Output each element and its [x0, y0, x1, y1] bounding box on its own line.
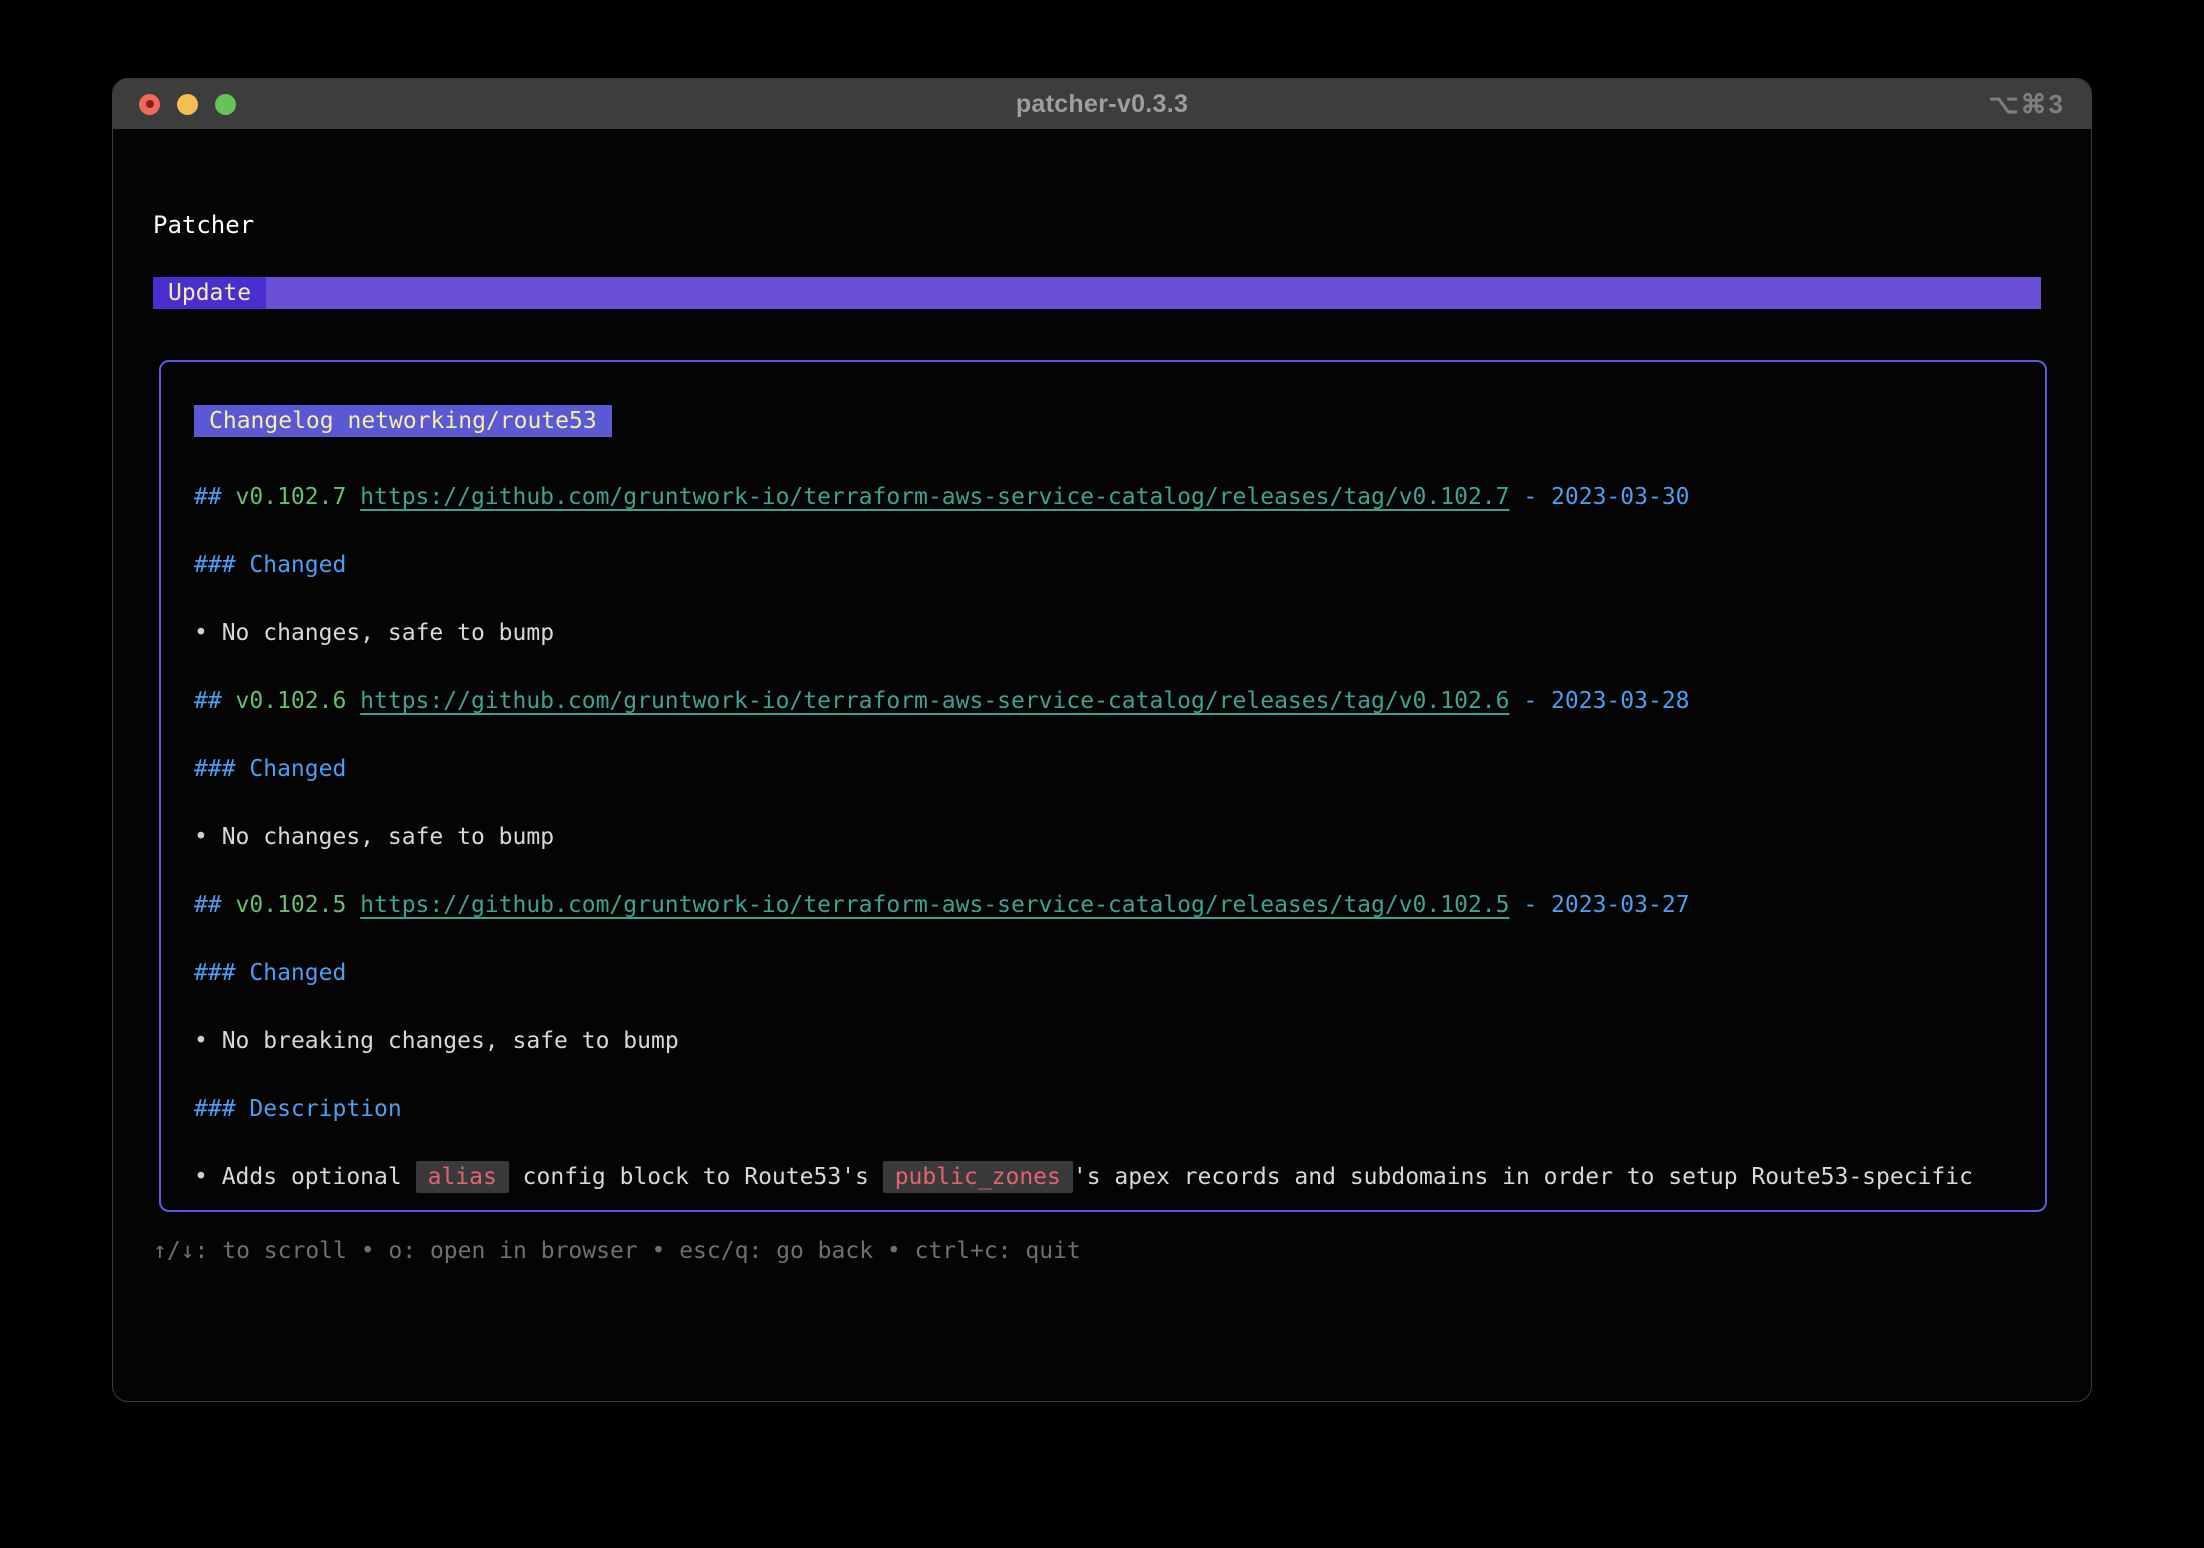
bullet-row: • No breaking changes, safe to bump: [194, 1027, 2045, 1055]
bullet-text: Adds optional: [222, 1164, 416, 1190]
heading-row: ### Changed: [194, 551, 2045, 579]
separator-dash: -: [1510, 688, 1552, 714]
badge-row: Changelog networking/route53: [194, 405, 2045, 483]
bullet-row: • No changes, safe to bump: [194, 619, 2045, 647]
section-heading: Changed: [249, 960, 346, 986]
desktop: patcher-v0.3.3 ⌥⌘3 Patcher Update Change…: [0, 0, 2204, 1548]
inline-code: alias: [416, 1161, 509, 1193]
help-bar: ↑/↓: to scroll • o: open in browser • es…: [153, 1238, 1081, 1264]
app-title: Patcher: [153, 211, 254, 239]
bullet-icon: •: [194, 1028, 222, 1054]
markdown-h3-hashes: ###: [194, 552, 249, 578]
close-modified-dot-icon: [146, 100, 154, 108]
markdown-h2-hashes: ##: [194, 688, 236, 714]
zoom-button[interactable]: [215, 94, 236, 115]
bullet-text: No changes, safe to bump: [222, 620, 554, 646]
bullet-icon: •: [194, 620, 222, 646]
markdown-h2-hashes: ##: [194, 484, 236, 510]
tab-bar: Update: [153, 277, 2041, 309]
section-heading: Description: [249, 1096, 401, 1122]
release-row: ## v0.102.5 https://github.com/gruntwork…: [194, 891, 2045, 919]
heading-row: ### Description: [194, 1095, 2045, 1123]
changelog-viewport[interactable]: Changelog networking/route53 ## v0.102.7 …: [159, 360, 2047, 1212]
bullet-text: No breaking changes, safe to bump: [222, 1028, 679, 1054]
bullet-text: config block to Route53's: [509, 1164, 883, 1190]
release-link[interactable]: https://github.com/gruntwork-io/terrafor…: [360, 892, 1509, 918]
bullet-icon: •: [194, 824, 222, 850]
window-shortcut-hint: ⌥⌘3: [1989, 79, 2065, 129]
release-link[interactable]: https://github.com/gruntwork-io/terrafor…: [360, 688, 1509, 714]
changelog-badge: Changelog networking/route53: [194, 405, 612, 437]
separator-dash: -: [1510, 484, 1552, 510]
release-row: ## v0.102.6 https://github.com/gruntwork…: [194, 687, 2045, 715]
release-date: 2023-03-27: [1551, 892, 1689, 918]
markdown-h2-hashes: ##: [194, 892, 236, 918]
release-date: 2023-03-30: [1551, 484, 1689, 510]
bullet-text: No changes, safe to bump: [222, 824, 554, 850]
markdown-h3-hashes: ###: [194, 756, 249, 782]
window-title: patcher-v0.3.3: [113, 90, 2091, 119]
release-version: v0.102.6: [236, 688, 361, 714]
close-button[interactable]: [139, 94, 160, 115]
heading-row: ### Changed: [194, 755, 2045, 783]
section-heading: Changed: [249, 552, 346, 578]
section-heading: Changed: [249, 756, 346, 782]
release-version: v0.102.5: [236, 892, 361, 918]
bullet-icon: •: [194, 1164, 222, 1190]
traffic-lights: [139, 79, 236, 129]
release-link[interactable]: https://github.com/gruntwork-io/terrafor…: [360, 484, 1509, 510]
bullet-text: 's apex records and subdomains in order …: [1073, 1164, 1973, 1190]
tab-update[interactable]: Update: [153, 277, 266, 309]
release-version: v0.102.7: [236, 484, 361, 510]
heading-row: ### Changed: [194, 959, 2045, 987]
window-titlebar[interactable]: patcher-v0.3.3 ⌥⌘3: [113, 79, 2091, 129]
bullet-row: • Adds optional alias config block to Ro…: [194, 1163, 2045, 1191]
markdown-h3-hashes: ###: [194, 960, 249, 986]
terminal-body: Patcher Update Changelog networking/rout…: [113, 129, 2091, 1402]
separator-dash: -: [1510, 892, 1552, 918]
markdown-h3-hashes: ###: [194, 1096, 249, 1122]
minimize-button[interactable]: [177, 94, 198, 115]
release-date: 2023-03-28: [1551, 688, 1689, 714]
bullet-row: • No changes, safe to bump: [194, 823, 2045, 851]
app-window: patcher-v0.3.3 ⌥⌘3 Patcher Update Change…: [112, 78, 2092, 1402]
inline-code: public_zones: [883, 1161, 1073, 1193]
release-row: ## v0.102.7 https://github.com/gruntwork…: [194, 483, 2045, 511]
